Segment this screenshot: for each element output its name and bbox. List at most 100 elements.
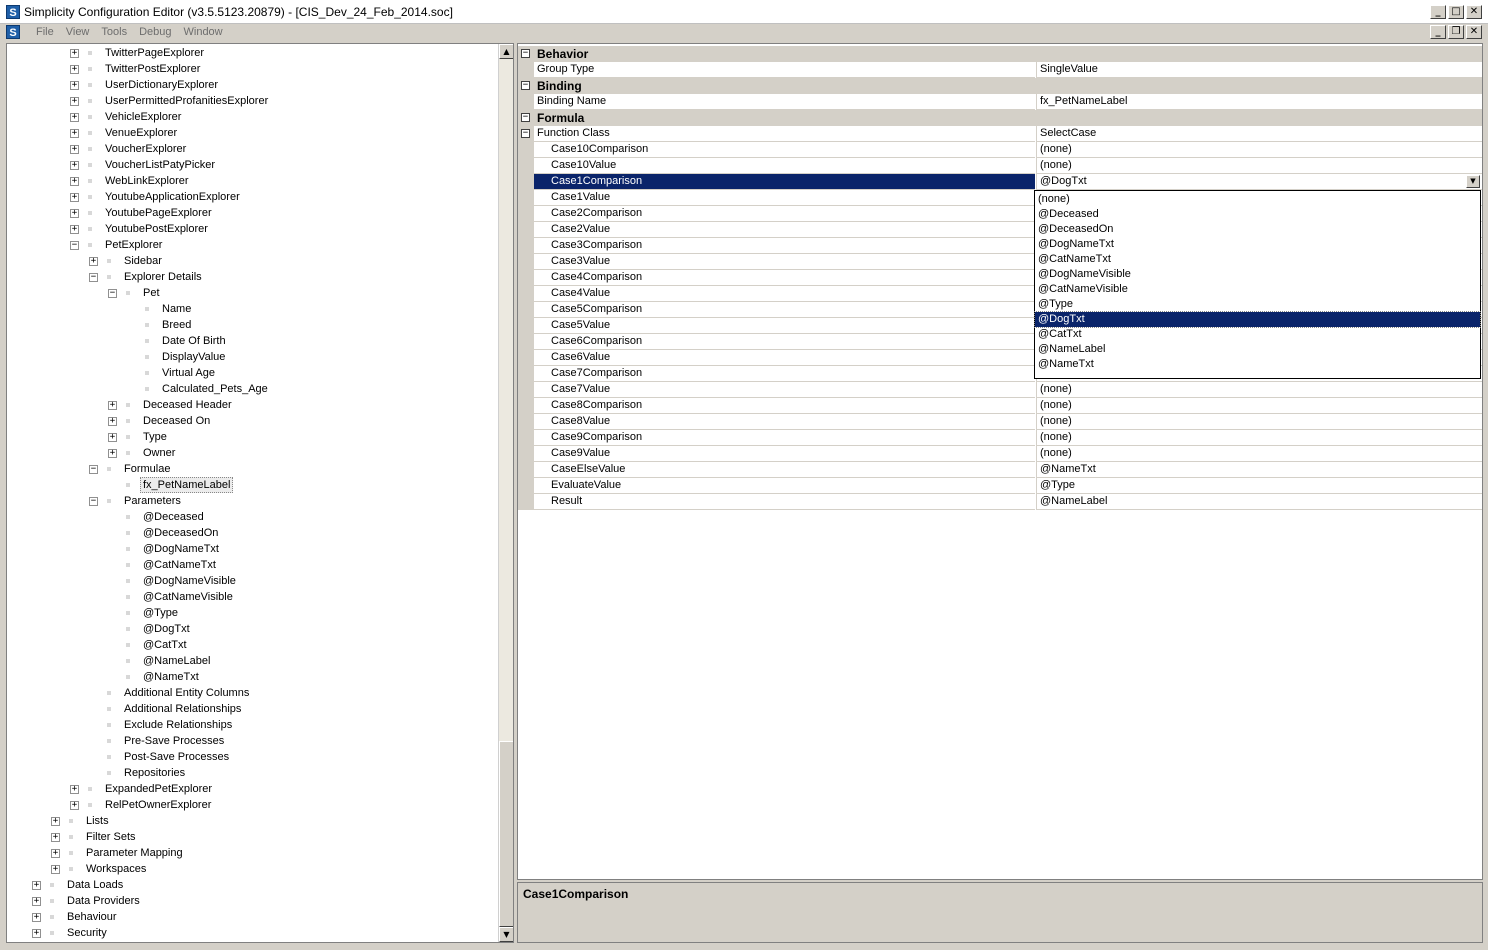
property-name[interactable]: Case8Comparison <box>534 398 1035 414</box>
tree-item[interactable]: + Workspaces <box>7 861 497 877</box>
tree-item[interactable]: @DogTxt <box>7 621 497 637</box>
dropdown-arrow-icon[interactable]: ▼ <box>1466 175 1480 188</box>
tree-item[interactable]: + Lists <box>7 813 497 829</box>
property-name[interactable]: Function Class <box>534 126 1035 142</box>
expand-icon[interactable]: + <box>51 849 60 858</box>
property-category[interactable]: − Binding <box>518 78 1482 94</box>
close-button[interactable]: ✕ <box>1466 5 1482 19</box>
property-name[interactable]: Case9Value <box>534 446 1035 462</box>
property-row[interactable]: Case8Comparison (none) <box>518 398 1482 414</box>
property-name[interactable]: EvaluateValue <box>534 478 1035 494</box>
tree-item[interactable]: + Owner <box>7 445 497 461</box>
tree-item[interactable]: @CatTxt <box>7 637 497 653</box>
expand-icon[interactable]: + <box>108 401 117 410</box>
property-name[interactable]: Case9Comparison <box>534 430 1035 446</box>
tree-item[interactable]: + TwitterPostExplorer <box>7 61 497 77</box>
tree-item[interactable]: + Sidebar <box>7 253 497 269</box>
dropdown-option[interactable]: @Deceased <box>1035 207 1480 222</box>
tree-item[interactable]: @DeceasedOn <box>7 525 497 541</box>
tree-item[interactable]: @Type <box>7 605 497 621</box>
tree-item[interactable]: + YoutubePostExplorer <box>7 221 497 237</box>
tree-item[interactable]: @NameLabel <box>7 653 497 669</box>
property-name[interactable]: Case6Comparison <box>534 334 1035 350</box>
menu-view[interactable]: View <box>60 26 96 38</box>
maximize-button[interactable]: □ <box>1448 5 1464 19</box>
scroll-thumb[interactable] <box>499 741 513 927</box>
tree-item[interactable]: Exclude Relationships <box>7 717 497 733</box>
property-category[interactable]: − Formula <box>518 110 1482 126</box>
tree-item[interactable]: + Deceased On <box>7 413 497 429</box>
tree-item[interactable]: − Pet <box>7 285 497 301</box>
property-row[interactable]: Result @NameLabel <box>518 494 1482 510</box>
tree-item[interactable]: Post-Save Processes <box>7 749 497 765</box>
expand-icon[interactable]: + <box>70 129 79 138</box>
expand-icon[interactable]: + <box>70 97 79 106</box>
tree-item[interactable]: + WebLinkExplorer <box>7 173 497 189</box>
property-row[interactable]: − Function Class SelectCase <box>518 126 1482 142</box>
tree-item[interactable]: + Behaviour <box>7 909 497 925</box>
expand-icon[interactable]: + <box>32 929 41 938</box>
tree-item[interactable]: Additional Entity Columns <box>7 685 497 701</box>
property-value[interactable]: (none) <box>1036 382 1482 398</box>
tree-item[interactable]: + YoutubeApplicationExplorer <box>7 189 497 205</box>
property-name[interactable]: Case10Comparison <box>534 142 1035 158</box>
dropdown-option[interactable]: @NameLabel <box>1035 342 1480 357</box>
tree-item[interactable]: @Deceased <box>7 509 497 525</box>
collapse-icon[interactable]: − <box>89 497 98 506</box>
property-row[interactable]: Group Type SingleValue <box>518 62 1482 78</box>
property-row[interactable]: Case9Comparison (none) <box>518 430 1482 446</box>
tree-item[interactable]: Date Of Birth <box>7 333 497 349</box>
expand-icon[interactable]: + <box>51 833 60 842</box>
collapse-icon[interactable]: − <box>521 81 530 90</box>
expand-icon[interactable]: + <box>108 433 117 442</box>
dropdown-option[interactable]: @DeceasedOn <box>1035 222 1480 237</box>
expand-icon[interactable]: + <box>70 65 79 74</box>
tree-item[interactable]: @DogNameTxt <box>7 541 497 557</box>
dropdown-option[interactable]: @Type <box>1035 297 1480 312</box>
property-name[interactable]: Case4Value <box>534 286 1035 302</box>
property-name[interactable]: Group Type <box>534 62 1035 78</box>
collapse-icon[interactable]: − <box>108 289 117 298</box>
expand-icon[interactable]: + <box>70 81 79 90</box>
expand-icon[interactable]: + <box>70 801 79 810</box>
dropdown-option[interactable]: @NameTxt <box>1035 357 1480 372</box>
tree-item[interactable]: + UserDictionaryExplorer <box>7 77 497 93</box>
tree-item[interactable]: − Parameters <box>7 493 497 509</box>
menu-window[interactable]: Window <box>178 26 229 38</box>
property-name[interactable]: Case2Value <box>534 222 1035 238</box>
tree-item[interactable]: @CatNameTxt <box>7 557 497 573</box>
menu-tools[interactable]: Tools <box>95 26 133 38</box>
tree-item[interactable]: DisplayValue <box>7 349 497 365</box>
dropdown-option[interactable]: @DogNameVisible <box>1035 267 1480 282</box>
dropdown-option[interactable]: @CatNameTxt <box>1035 252 1480 267</box>
collapse-icon[interactable]: − <box>521 129 530 138</box>
property-row[interactable]: Case8Value (none) <box>518 414 1482 430</box>
collapse-icon[interactable]: − <box>89 273 98 282</box>
mdi-restore-button[interactable]: ❐ <box>1448 25 1464 39</box>
expand-icon[interactable]: + <box>108 449 117 458</box>
property-row[interactable]: Case10Value (none) <box>518 158 1482 174</box>
collapse-icon[interactable]: − <box>521 49 530 58</box>
property-value[interactable]: SingleValue <box>1036 62 1482 78</box>
tree-item[interactable]: + Parameter Mapping <box>7 845 497 861</box>
property-grid[interactable]: − Behavior Group Type SingleValue − Binding Bi… <box>517 43 1483 880</box>
value-dropdown-list[interactable]: (none) @Deceased @DeceasedOn @DogNameTxt @Ca… <box>1034 190 1481 379</box>
expand-icon[interactable]: + <box>70 145 79 154</box>
expand-icon[interactable]: + <box>70 225 79 234</box>
property-name[interactable]: Result <box>534 494 1035 510</box>
property-value[interactable]: (none) <box>1036 158 1482 174</box>
tree-item[interactable]: + YoutubePageExplorer <box>7 205 497 221</box>
property-name[interactable]: Case3Comparison <box>534 238 1035 254</box>
property-value[interactable]: @Type <box>1036 478 1482 494</box>
explorer-tree[interactable]: + TwitterPageExplorer + TwitterPostExplorer… <box>6 43 514 943</box>
expand-icon[interactable]: + <box>70 113 79 122</box>
property-name[interactable]: Case6Value <box>534 350 1035 366</box>
tree-item[interactable]: Repositories <box>7 765 497 781</box>
tree-item[interactable]: + Security <box>7 925 497 941</box>
property-name[interactable]: Case7Value <box>534 382 1035 398</box>
expand-icon[interactable]: + <box>108 417 117 426</box>
tree-item[interactable]: Virtual Age <box>7 365 497 381</box>
property-value[interactable]: @DogTxt <box>1036 174 1482 190</box>
property-category[interactable]: − Behavior <box>518 46 1482 62</box>
tree-item[interactable]: Additional Relationships <box>7 701 497 717</box>
